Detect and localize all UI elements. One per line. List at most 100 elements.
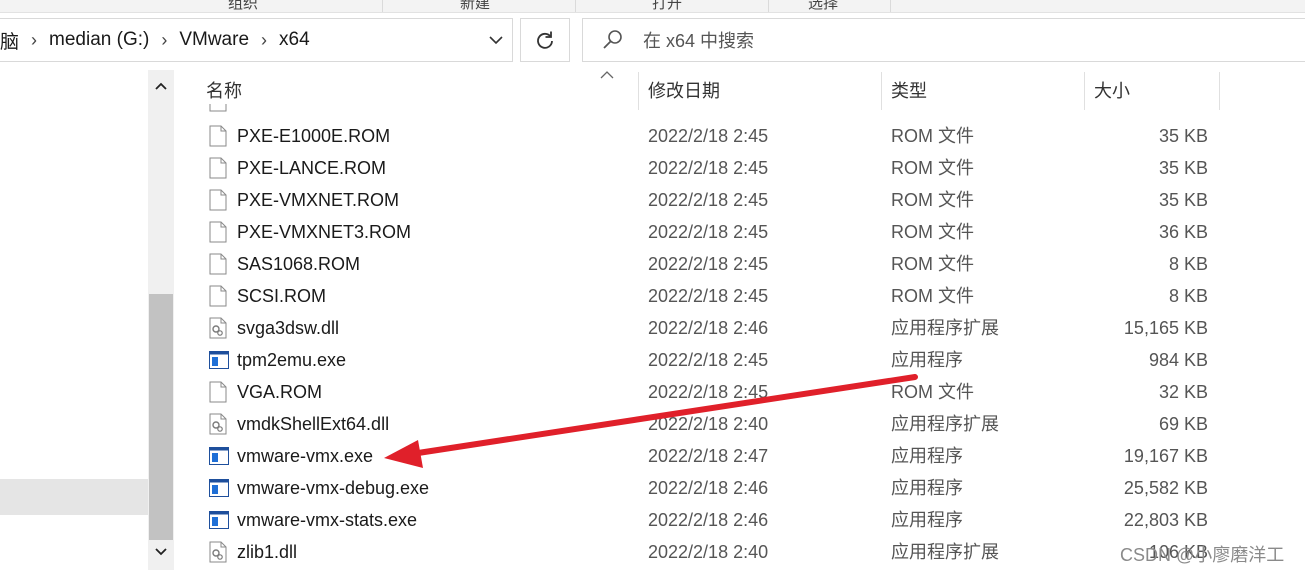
file-type: 应用程序扩展 — [891, 414, 999, 434]
file-date: 2022/2/18 2:46 — [648, 478, 769, 498]
file-type: ROM 文件 — [891, 158, 974, 178]
table-row[interactable]: PXE-LANCE.ROM 2022/2/18 2:45 ROM 文件 35 KB — [190, 152, 1220, 184]
ribbon-tab-new[interactable]: 新建 — [460, 0, 490, 12]
file-date: 2022/2/18 2:45 — [648, 350, 769, 370]
scroll-up-icon[interactable] — [148, 74, 174, 100]
ribbon-separator — [768, 0, 769, 12]
file-type: ROM 文件 — [891, 382, 974, 402]
table-row[interactable]: tpm2emu.exe 2022/2/18 2:45 应用程序 984 KB — [190, 344, 1220, 376]
blank-file-icon — [209, 104, 227, 112]
ribbon-tab-open[interactable]: 打开 — [652, 0, 682, 12]
table-row[interactable]: zlib1.dll 2022/2/18 2:40 应用程序扩展 106 KB — [190, 536, 1220, 568]
navigation-pane — [0, 70, 148, 573]
file-date: 2022/2/18 2:46 — [648, 510, 769, 530]
file-type: 应用程序 — [891, 350, 963, 370]
file-date: 2022/2/18 2:47 — [648, 446, 769, 466]
breadcrumb-x64[interactable]: x64 — [279, 29, 310, 51]
ribbon-separator — [890, 0, 891, 12]
table-row[interactable]: vmware-vmx-debug.exe 2022/2/18 2:46 应用程序 25… — [190, 472, 1220, 504]
file-size: 8 KB — [1168, 254, 1208, 274]
table-row[interactable]: svga3dsw.dll 2022/2/18 2:46 应用程序扩展 15,165 K… — [190, 312, 1220, 344]
table-row[interactable]: vmdkShellExt64.dll 2022/2/18 2:40 应用程序扩展 69… — [190, 408, 1220, 440]
sort-ascending-icon — [600, 66, 614, 84]
file-type: ROM 文件 — [891, 190, 974, 210]
file-type: 应用程序 — [891, 478, 963, 498]
breadcrumb: 脑 › median (G:) › VMware › x64 — [0, 19, 310, 61]
scrollbar-thumb[interactable] — [149, 294, 173, 540]
file-name[interactable]: vmware-vmx-debug.exe — [237, 472, 429, 504]
file-name[interactable]: vmdkShellExt64.dll — [237, 408, 389, 440]
ribbon-separator — [382, 0, 383, 12]
file-type-partial: ROM 文件 — [891, 104, 974, 108]
file-date: 2022/2/18 2:45 — [648, 126, 769, 146]
file-size: 19,167 KB — [1123, 446, 1208, 466]
file-type: 应用程序 — [891, 510, 963, 530]
file-name[interactable]: PXE-VMXNET3.ROM — [237, 216, 411, 248]
chevron-down-icon[interactable] — [484, 29, 508, 53]
breadcrumb-vmware[interactable]: VMware — [179, 29, 249, 51]
file-name[interactable]: PXE-E1000E.ROM — [237, 120, 390, 152]
file-date: 2022/2/18 2:40 — [648, 542, 769, 562]
file-type: 应用程序扩展 — [891, 542, 999, 562]
file-size: 8 KB — [1168, 286, 1208, 306]
breadcrumb-drive-g[interactable]: median (G:) — [49, 29, 149, 51]
chevron-right-icon[interactable]: › — [261, 30, 267, 51]
file-date: 2022/2/18 2:45 — [648, 254, 769, 274]
table-row[interactable]: PXE-VMXNET3.ROM 2022/2/18 2:45 ROM 文件 36 KB — [190, 216, 1220, 248]
ribbon-tab-select[interactable]: 选择 — [808, 0, 838, 12]
file-name[interactable]: tpm2emu.exe — [237, 344, 346, 376]
file-date: 2022/2/18 2:45 — [648, 382, 769, 402]
file-date: 2022/2/18 2:46 — [648, 318, 769, 338]
table-row[interactable]: PXE-E1000E.ROM 2022/2/18 2:45 ROM 文件 35 KB — [190, 120, 1220, 152]
file-name[interactable]: vmware-vmx.exe — [237, 440, 373, 472]
table-row[interactable]: vmware-vmx.exe 2022/2/18 2:47 应用程序 19,167 K… — [190, 440, 1220, 472]
file-type: ROM 文件 — [891, 126, 974, 146]
file-name[interactable]: PXE-LANCE.ROM — [237, 152, 386, 184]
refresh-button[interactable] — [520, 18, 570, 62]
search-box[interactable] — [582, 18, 1305, 62]
file-name[interactable]: VGA.ROM — [237, 376, 322, 408]
navigation-scrollbar[interactable] — [148, 70, 174, 570]
address-bar[interactable]: 脑 › median (G:) › VMware › x64 — [0, 18, 513, 62]
file-type: ROM 文件 — [891, 222, 974, 242]
file-size: 36 KB — [1158, 222, 1208, 242]
table-row-partial[interactable]: ROM 文件 — [190, 104, 1220, 116]
chevron-right-icon[interactable]: › — [161, 30, 167, 51]
file-name[interactable]: vmware-vmx-stats.exe — [237, 504, 417, 536]
file-date: 2022/2/18 2:45 — [648, 286, 769, 306]
file-size: 984 KB — [1148, 350, 1208, 370]
search-icon — [603, 30, 622, 49]
file-type: 应用程序扩展 — [891, 318, 999, 338]
table-row[interactable]: PXE-VMXNET.ROM 2022/2/18 2:45 ROM 文件 35 KB — [190, 184, 1220, 216]
file-name[interactable]: SCSI.ROM — [237, 280, 326, 312]
scroll-down-icon[interactable] — [148, 540, 174, 566]
file-type: ROM 文件 — [891, 254, 974, 274]
table-row[interactable]: vmware-vmx-stats.exe 2022/2/18 2:46 应用程序 22… — [190, 504, 1220, 536]
file-name[interactable]: svga3dsw.dll — [237, 312, 339, 344]
file-date: 2022/2/18 2:45 — [648, 190, 769, 210]
watermark: CSDN @小廖磨洋工 — [1120, 545, 1285, 565]
chevron-right-icon[interactable]: › — [31, 30, 37, 51]
file-type: 应用程序 — [891, 446, 963, 466]
ribbon-separator — [575, 0, 576, 12]
nav-item-selected[interactable] — [0, 479, 148, 515]
file-size: 69 KB — [1158, 414, 1208, 434]
file-size: 15,165 KB — [1123, 318, 1208, 338]
file-type: ROM 文件 — [891, 286, 974, 306]
ribbon-tab-organize[interactable]: 组织 — [228, 0, 258, 12]
table-row[interactable]: SCSI.ROM 2022/2/18 2:45 ROM 文件 8 KB — [190, 280, 1220, 312]
table-row[interactable]: VGA.ROM 2022/2/18 2:45 ROM 文件 32 KB — [190, 376, 1220, 408]
file-name[interactable]: zlib1.dll — [237, 536, 297, 568]
search-input[interactable] — [641, 27, 1145, 55]
file-size: 22,803 KB — [1123, 510, 1208, 530]
file-date: 2022/2/18 2:40 — [648, 414, 769, 434]
breadcrumb-this-pc[interactable]: 脑 — [0, 27, 19, 54]
table-row[interactable]: SAS1068.ROM 2022/2/18 2:45 ROM 文件 8 KB — [190, 248, 1220, 280]
file-size: 25,582 KB — [1123, 478, 1208, 498]
file-name[interactable]: PXE-VMXNET.ROM — [237, 184, 399, 216]
ribbon-strip: 组织 新建 打开 选择 — [0, 0, 1305, 13]
file-size: 32 KB — [1158, 382, 1208, 402]
file-size: 35 KB — [1158, 158, 1208, 178]
file-name[interactable]: SAS1068.ROM — [237, 248, 360, 280]
file-date: 2022/2/18 2:45 — [648, 222, 769, 242]
